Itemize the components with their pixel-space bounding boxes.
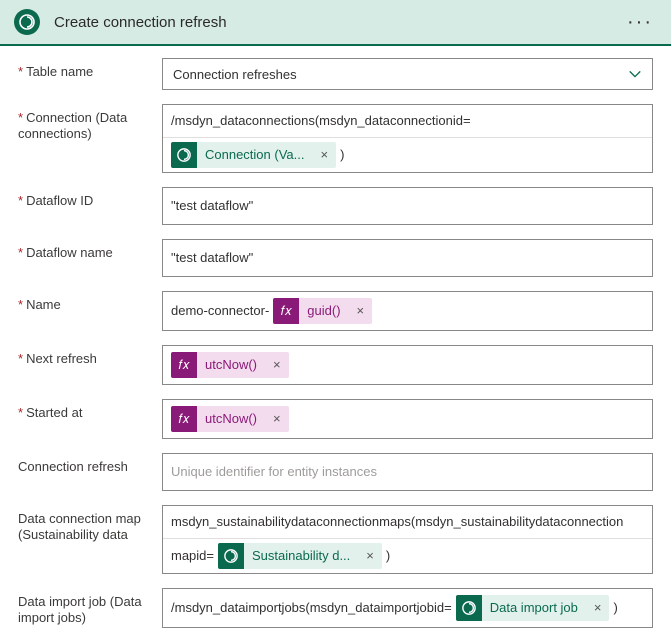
remove-utcnow-token-2[interactable]: × — [265, 407, 289, 431]
app-icon — [14, 9, 40, 35]
map-suffix: ) — [386, 544, 390, 568]
label-name: Name — [26, 297, 61, 312]
row-data-import-job: Data import job (Data import jobs) /msdy… — [18, 588, 653, 628]
data-import-job-input[interactable]: /msdyn_dataimportjobs(msdyn_dataimportjo… — [162, 588, 653, 628]
row-table-name: *Table name Connection refreshes — [18, 58, 653, 90]
import-suffix: ) — [613, 596, 617, 620]
import-job-token-icon — [456, 595, 482, 621]
remove-import-job-token[interactable]: × — [586, 596, 610, 620]
label-connection: Connection (Data connections) — [18, 110, 127, 141]
connection-input[interactable]: /msdyn_dataconnections(msdyn_dataconnect… — [162, 104, 653, 173]
next-refresh-input[interactable]: 𝑓𝑥 utcNow() × — [162, 345, 653, 385]
fx-icon: 𝑓𝑥 — [171, 352, 197, 378]
remove-utcnow-token-1[interactable]: × — [265, 353, 289, 377]
connection-text-1: /msdyn_dataconnections(msdyn_dataconnect… — [171, 109, 471, 133]
label-dataflow-id: Dataflow ID — [26, 193, 93, 208]
row-data-connection-map: Data connection map (Sustainability data… — [18, 505, 653, 574]
row-dataflow-name: *Dataflow name "test dataflow" — [18, 239, 653, 277]
name-prefix: demo-connector- — [171, 299, 269, 323]
name-input[interactable]: demo-connector- 𝑓𝑥 guid() × — [162, 291, 653, 331]
connection-refresh-input[interactable]: Unique identifier for entity instances — [162, 453, 653, 491]
connection-refresh-placeholder: Unique identifier for entity instances — [171, 460, 377, 484]
label-dataflow-name: Dataflow name — [26, 245, 113, 260]
fx-icon: 𝑓𝑥 — [273, 298, 299, 324]
sustainability-token-icon — [218, 543, 244, 569]
label-data-import-job: Data import job (Data import jobs) — [18, 594, 142, 625]
label-next-refresh: Next refresh — [26, 351, 97, 366]
row-started-at: *Started at 𝑓𝑥 utcNow() × — [18, 399, 653, 439]
action-title: Create connection refresh — [54, 14, 623, 31]
row-connection: *Connection (Data connections) /msdyn_da… — [18, 104, 653, 173]
label-started-at: Started at — [26, 405, 82, 420]
form-body: *Table name Connection refreshes *Connec… — [0, 46, 671, 628]
table-name-value: Connection refreshes — [173, 67, 297, 82]
map-text-1: msdyn_sustainabilitydataconnectionmaps(m… — [171, 510, 623, 534]
label-connection-refresh: Connection refresh — [18, 459, 128, 474]
label-table-name: Table name — [26, 64, 93, 79]
map-text-2: mapid= — [171, 544, 214, 568]
table-name-select[interactable]: Connection refreshes — [162, 58, 653, 90]
remove-sustainability-token[interactable]: × — [358, 544, 382, 568]
data-connection-map-input[interactable]: msdyn_sustainabilitydataconnectionmaps(m… — [162, 505, 653, 574]
row-name: *Name demo-connector- 𝑓𝑥 guid() × — [18, 291, 653, 331]
dataflow-name-input[interactable]: "test dataflow" — [162, 239, 653, 277]
sustainability-token[interactable]: Sustainability d... × — [218, 543, 382, 569]
more-menu[interactable]: ··· — [623, 11, 657, 34]
import-text: /msdyn_dataimportjobs(msdyn_dataimportjo… — [171, 596, 452, 620]
row-dataflow-id: *Dataflow ID "test dataflow" — [18, 187, 653, 225]
import-job-token[interactable]: Data import job × — [456, 595, 610, 621]
started-at-input[interactable]: 𝑓𝑥 utcNow() × — [162, 399, 653, 439]
utcnow-token-1[interactable]: 𝑓𝑥 utcNow() × — [171, 352, 289, 378]
row-next-refresh: *Next refresh 𝑓𝑥 utcNow() × — [18, 345, 653, 385]
connection-suffix: ) — [340, 143, 344, 167]
remove-connection-token[interactable]: × — [312, 143, 336, 167]
connection-token-icon — [171, 142, 197, 168]
utcnow-token-2[interactable]: 𝑓𝑥 utcNow() × — [171, 406, 289, 432]
connection-token[interactable]: Connection (Va... × — [171, 142, 336, 168]
chevron-down-icon — [628, 67, 642, 81]
row-connection-refresh: Connection refresh Unique identifier for… — [18, 453, 653, 491]
guid-token[interactable]: 𝑓𝑥 guid() × — [273, 298, 372, 324]
remove-guid-token[interactable]: × — [349, 299, 373, 323]
fx-icon: 𝑓𝑥 — [171, 406, 197, 432]
action-header: Create connection refresh ··· — [0, 0, 671, 46]
dataflow-id-input[interactable]: "test dataflow" — [162, 187, 653, 225]
